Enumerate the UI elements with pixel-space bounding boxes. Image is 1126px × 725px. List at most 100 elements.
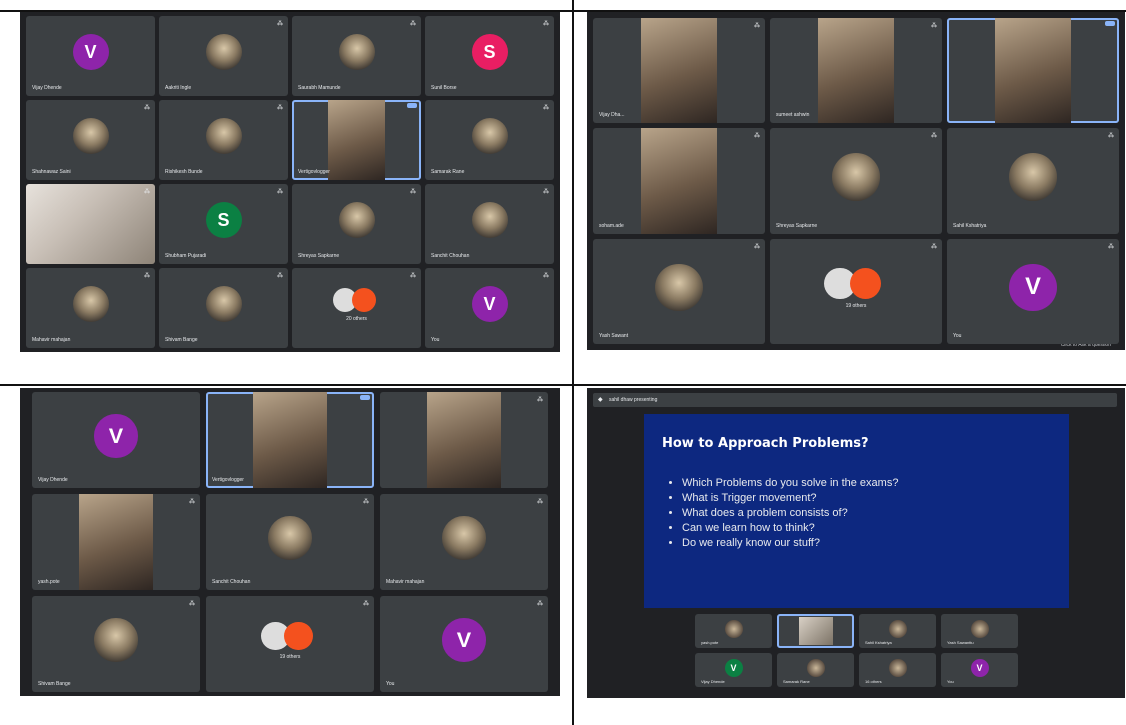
- profile-photo: [205, 286, 242, 322]
- participant-name: Shahnawaz Saini: [32, 169, 71, 175]
- participant-tile[interactable]: 19 others ⁂: [206, 596, 374, 692]
- participant-tile[interactable]: ⁂ Sanchit Chouhan: [425, 184, 554, 264]
- participant-tile[interactable]: ⁂ soham.ade: [593, 128, 765, 234]
- participant-tile[interactable]: V Vijay Dhende: [26, 16, 155, 96]
- participant-tile[interactable]: ⁂ Mahavir mahajan: [380, 494, 548, 590]
- participant-name: You: [953, 332, 962, 339]
- participant-tile[interactable]: V ⁂ You: [947, 238, 1119, 344]
- mic-off-icon: ⁂: [277, 189, 283, 195]
- profile-photo: [268, 516, 312, 560]
- participant-tile[interactable]: S ⁂ Shubham Pujaradi: [159, 184, 288, 264]
- mic-off-icon: ⁂: [754, 243, 760, 250]
- participant-name: Sanchit Chouhan: [212, 579, 251, 585]
- participant-tile[interactable]: Vertigovlogger: [292, 100, 421, 180]
- participant-tile[interactable]: ⁂ Samarak Rane: [425, 100, 554, 180]
- participant-tile[interactable]: 20 others ⁂: [292, 268, 421, 348]
- participant-avatar: V: [724, 659, 743, 677]
- mic-off-icon: ⁂: [144, 189, 150, 195]
- participant-tile[interactable]: 19 others ⁂: [770, 238, 942, 344]
- strip-participant-tile[interactable]: V Vijay Dhende: [695, 653, 772, 687]
- participant-tile[interactable]: ⁂ Shivam Bange: [159, 268, 288, 348]
- participant-tile[interactable]: V ⁂ You: [380, 596, 548, 692]
- profile-photo: [970, 620, 989, 638]
- participant-name: sumeet ashwin: [776, 112, 810, 119]
- participant-tile[interactable]: ⁂ Sahil Kshatriya: [947, 128, 1119, 234]
- participant-tile[interactable]: ⁂ Mahavir mahajan: [26, 268, 155, 348]
- strip-participant-tile[interactable]: yash.pote: [695, 614, 772, 648]
- participant-tile[interactable]: Vertigovlogger: [206, 392, 374, 488]
- mic-off-icon: ⁂: [363, 499, 369, 505]
- others-count: 19 others: [845, 303, 867, 310]
- mic-off-icon: ⁂: [537, 601, 543, 607]
- participant-tile[interactable]: ⁂ sumeet ashwin: [770, 18, 942, 124]
- profile-photo: [1009, 153, 1057, 201]
- participant-name: soham.ade: [599, 222, 624, 229]
- strip-participant-tile[interactable]: Samarak Rane: [777, 653, 854, 687]
- presentation-view: ◆ sahil dhaw presenting How to Approach …: [587, 388, 1125, 698]
- participant-name: Vertigovlogger: [298, 169, 330, 175]
- meeting-grid-top-left: V Vijay Dhende ⁂ Aakriti Ingle ⁂ Saurabh Mamu…: [20, 12, 560, 352]
- profile-photo: [205, 118, 242, 154]
- mic-off-icon: ⁂: [189, 499, 195, 505]
- profile-photo: [888, 659, 907, 677]
- participant-tile[interactable]: ⁂ Sanchit Chouhan: [206, 494, 374, 590]
- participant-name: Vijay Dha...: [599, 112, 625, 119]
- mic-off-icon: ⁂: [543, 189, 549, 195]
- participant-tile[interactable]: ⁂ Shivam Bange: [32, 596, 200, 692]
- participant-avatar: S: [471, 34, 508, 70]
- participant-name: yash.pote: [701, 640, 719, 645]
- slide-bullet: Can we learn how to think?: [682, 521, 898, 536]
- video-feed: [253, 392, 327, 488]
- speaking-indicator-icon: [407, 103, 417, 108]
- participant-name: Vijay Dhende: [38, 477, 68, 483]
- mic-off-icon: ⁂: [543, 273, 549, 279]
- mic-off-icon: ⁂: [363, 601, 369, 607]
- participant-name: Shubham Pujaradi: [165, 253, 207, 259]
- participant-avatar: V: [1009, 263, 1057, 311]
- participant-tile[interactable]: ⁂ yash.pote: [32, 494, 200, 590]
- video-feed: [641, 128, 717, 234]
- slide-bullet: What does a problem consists of?: [682, 506, 898, 521]
- strip-participant-tile[interactable]: [777, 614, 854, 648]
- participant-name: Vijay Dhende: [701, 679, 725, 684]
- strip-participant-tile[interactable]: Sahil Kshatriya: [859, 614, 936, 648]
- participant-name: Mahavir mahajan: [32, 337, 71, 343]
- participant-tile[interactable]: V Vijay Dhende: [32, 392, 200, 488]
- mic-off-icon: ⁂: [931, 133, 937, 140]
- participant-tile[interactable]: ⁂ Vijay Dha...: [593, 18, 765, 124]
- participant-tile[interactable]: V ⁂ You: [425, 268, 554, 348]
- participant-tile[interactable]: ⁂: [380, 392, 548, 488]
- participant-tile[interactable]: [947, 18, 1119, 124]
- participant-name: Mahavir mahajan: [386, 579, 425, 585]
- participant-tile[interactable]: ⁂ Rishikesh Bunde: [159, 100, 288, 180]
- participant-tile[interactable]: ⁂ Aakriti Ingle: [159, 16, 288, 96]
- participant-name: Sunil Borse: [431, 85, 457, 91]
- participant-name: Samarak Rane: [783, 679, 810, 684]
- presenter-label: sahil dhaw presenting: [609, 397, 658, 403]
- participant-tile[interactable]: ⁂ Saurabh Mamunde: [292, 16, 421, 96]
- participant-name: You: [947, 679, 954, 684]
- presentation-slide: How to Approach Problems? Which Problems…: [644, 414, 1069, 608]
- horizontal-divider: [0, 384, 1126, 386]
- meeting-grid-top-right: Click to Ask a question ⁂ Vijay Dha... ⁂ su…: [587, 12, 1125, 350]
- mic-off-icon: ⁂: [277, 105, 283, 111]
- strip-participant-tile[interactable]: 16 others: [859, 653, 936, 687]
- mic-off-icon: ⁂: [410, 21, 416, 27]
- profile-photo: [94, 618, 138, 662]
- strip-participant-tile[interactable]: V You: [941, 653, 1018, 687]
- slide-bullets: Which Problems do you solve in the exams…: [668, 476, 898, 551]
- mic-off-icon: ⁂: [754, 133, 760, 140]
- participant-avatar: V: [970, 659, 989, 677]
- participant-name: Sanchit Chouhan: [431, 253, 470, 259]
- participant-tile[interactable]: ⁂ Shreyas Sapkarne: [770, 128, 942, 234]
- participant-tile[interactable]: ⁂ Yash Sawant: [593, 238, 765, 344]
- participant-tile[interactable]: ⁂: [26, 184, 155, 264]
- strip-participant-tile[interactable]: Yash Sawanttu: [941, 614, 1018, 648]
- profile-photo: [888, 620, 907, 638]
- mic-off-icon: ⁂: [277, 273, 283, 279]
- mic-off-icon: ⁂: [144, 105, 150, 111]
- participant-tile[interactable]: ⁂ Shahnawaz Saini: [26, 100, 155, 180]
- others-count: 19 others: [279, 654, 301, 661]
- participant-tile[interactable]: S ⁂ Sunil Borse: [425, 16, 554, 96]
- participant-tile[interactable]: ⁂ Shreyas Sapkarne: [292, 184, 421, 264]
